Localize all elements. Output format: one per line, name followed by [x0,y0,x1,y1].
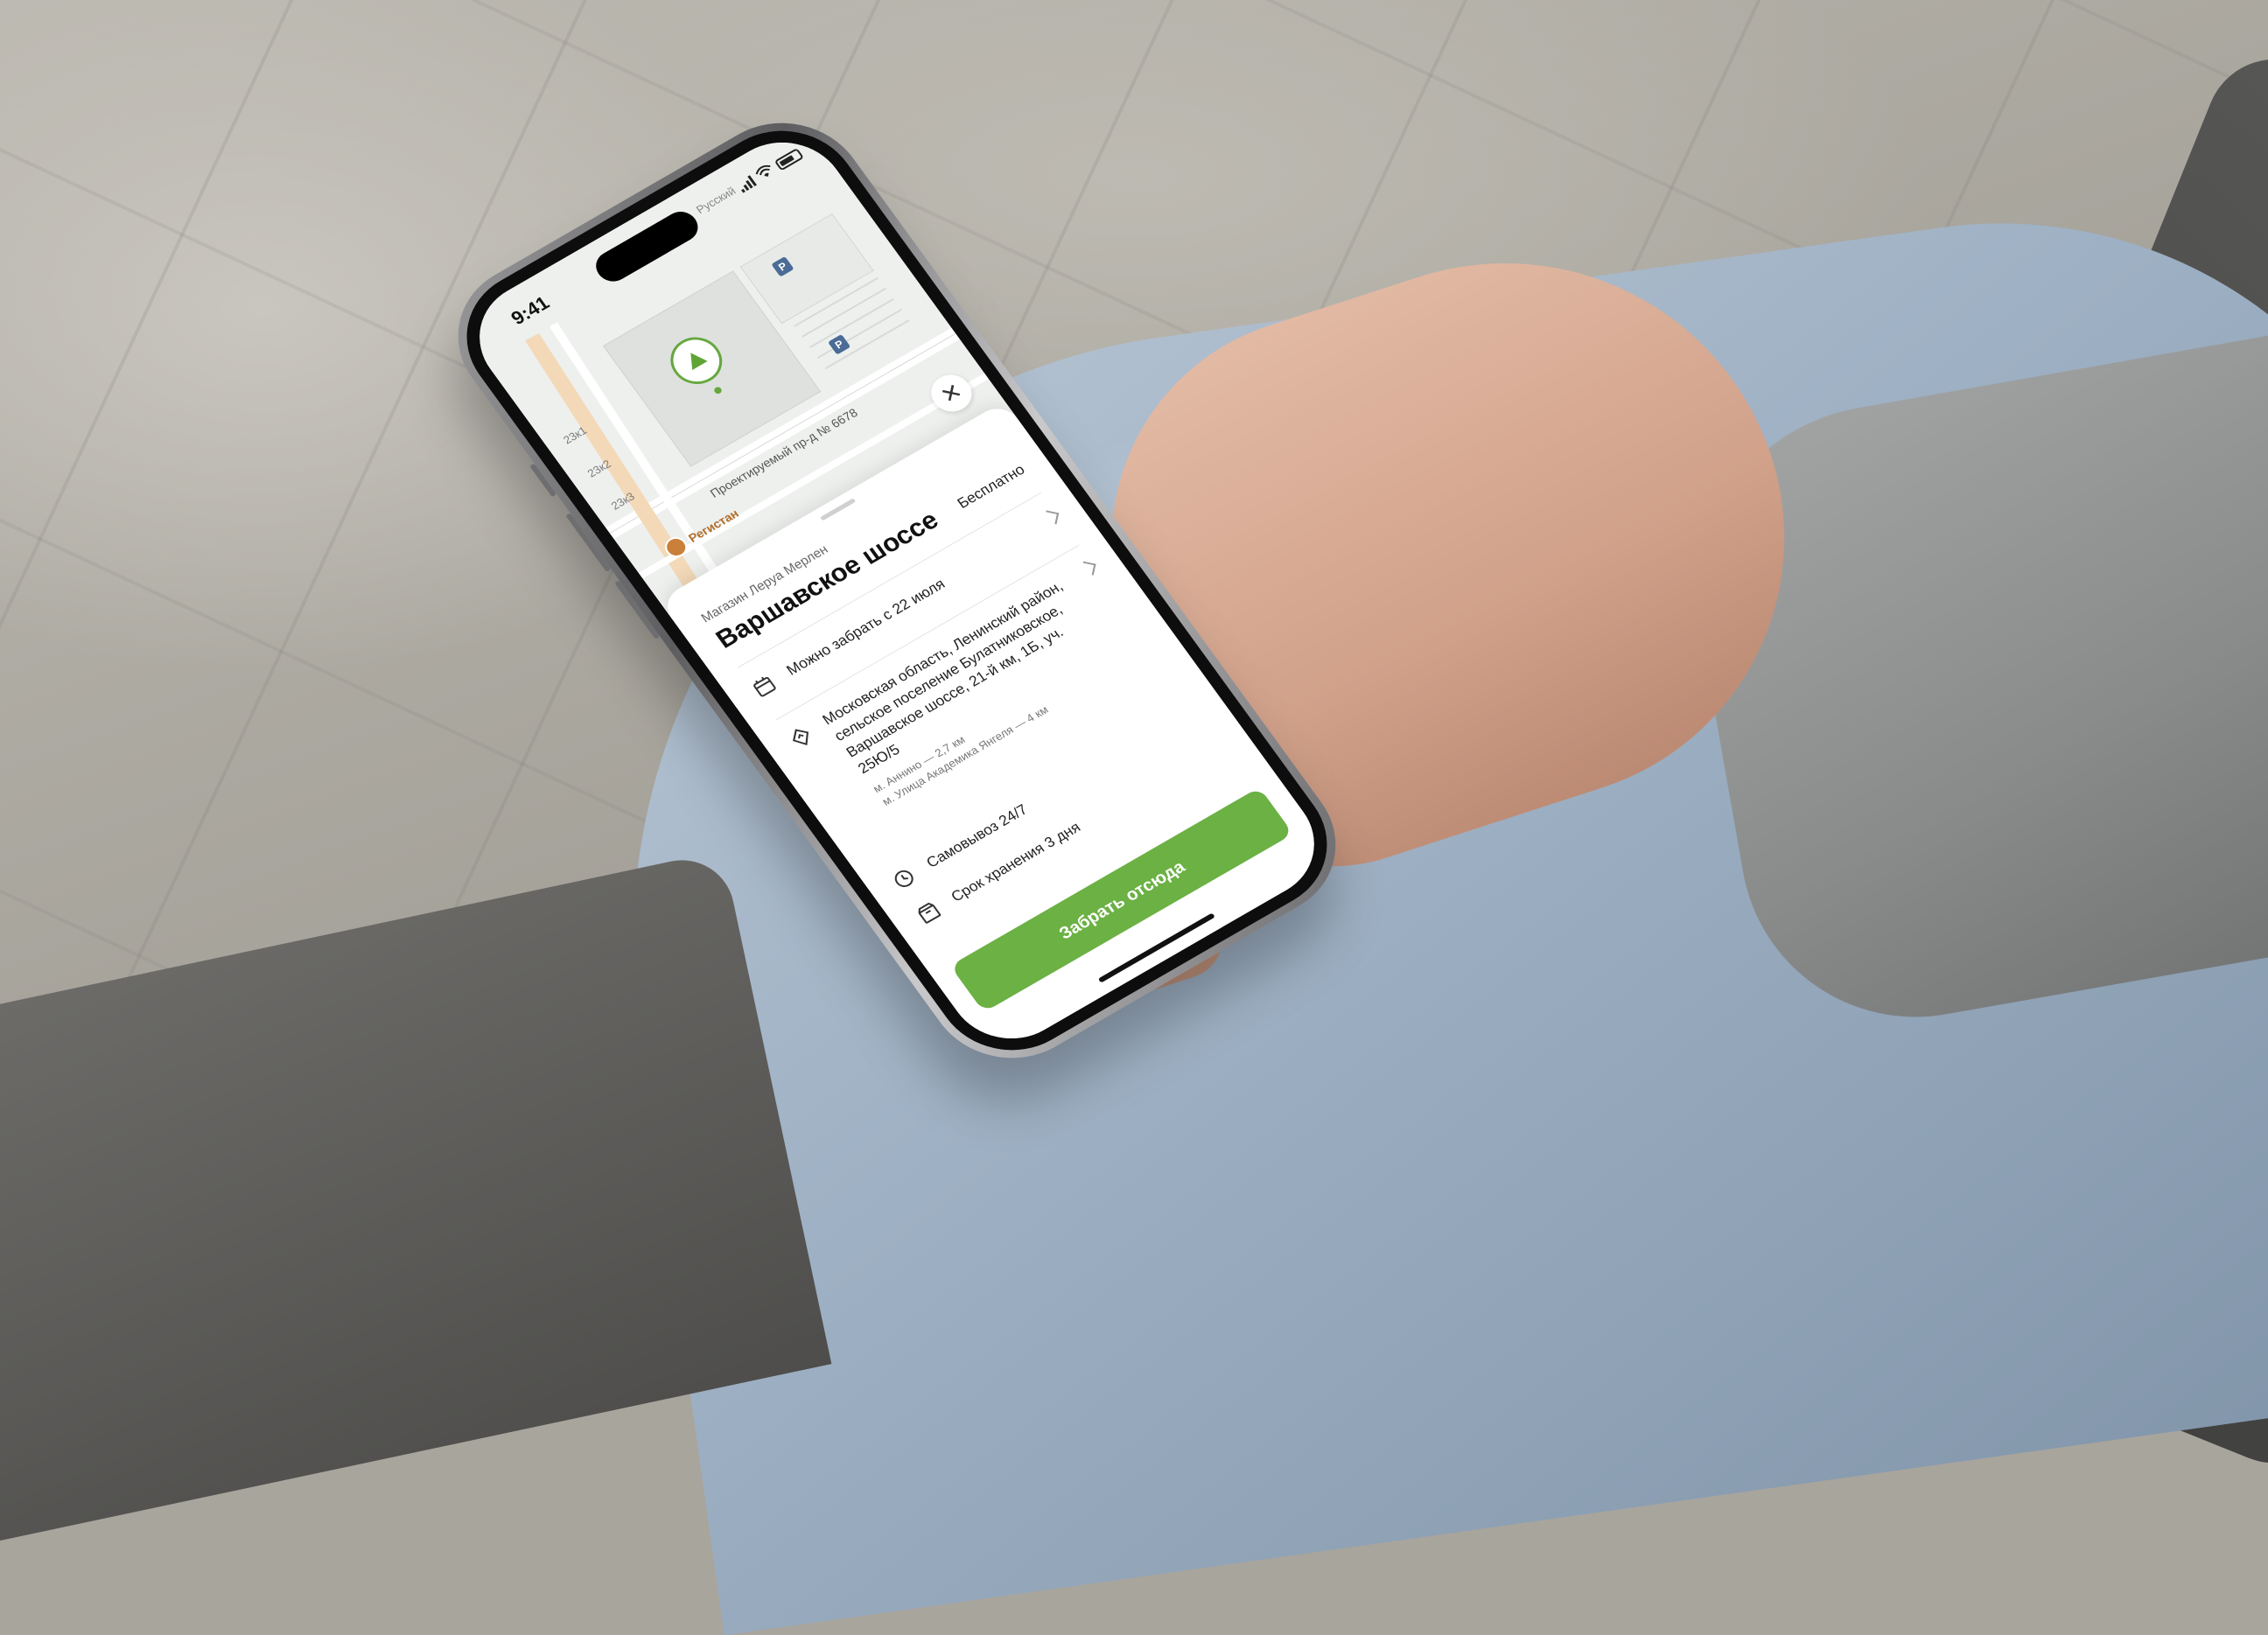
chevron-right-icon [1043,510,1060,525]
status-time: 9:41 [507,291,554,330]
signal-icon [741,175,758,193]
carrier-label: Русский [693,184,738,217]
wifi-icon [755,164,771,177]
location-pin-icon [793,729,809,746]
clock-icon [894,870,914,887]
calendar-icon [753,676,776,697]
battery-icon [774,148,805,171]
chevron-right-icon [1081,561,1096,576]
storage-box-icon [918,902,942,924]
